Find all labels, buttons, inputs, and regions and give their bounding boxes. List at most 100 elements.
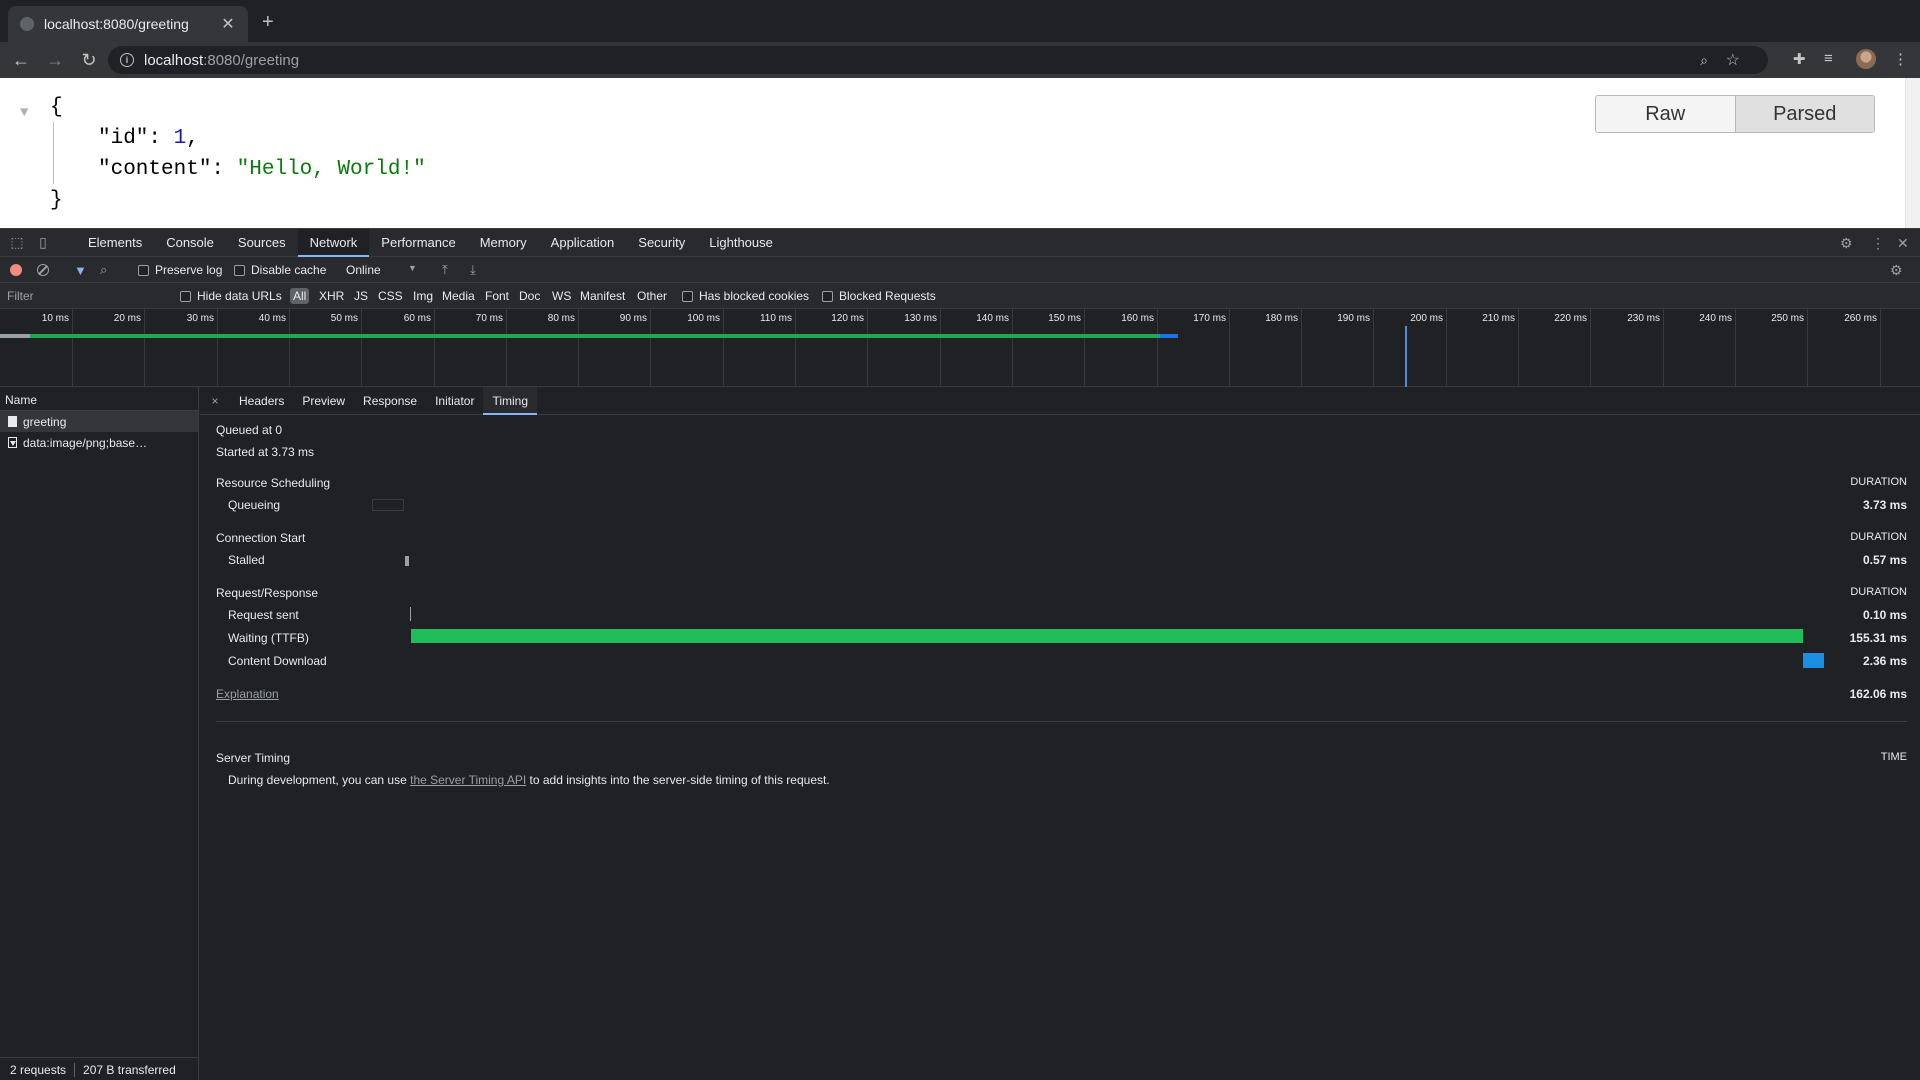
has-blocked-cookies-box[interactable] (682, 290, 693, 302)
close-detail-icon[interactable]: × (200, 394, 230, 408)
device-toolbar-icon[interactable]: ▯ (30, 234, 56, 251)
section-request-response: Request/Response (216, 586, 319, 600)
preserve-log-checkbox[interactable]: Preserve log (138, 263, 222, 277)
overview-gridline (650, 309, 651, 387)
preserve-log-box[interactable] (138, 264, 149, 276)
address-bar[interactable]: i localhost :8080/greeting ⌕ ☆ (108, 46, 1768, 74)
profile-avatar[interactable] (1856, 49, 1876, 69)
overview-tick-label: 200 ms (1410, 313, 1443, 324)
new-tab-icon[interactable]: + (262, 12, 274, 32)
network-settings-gear-icon[interactable]: ⚙ (1890, 262, 1903, 279)
hide-data-urls-checkbox[interactable]: Hide data URLs (180, 289, 282, 303)
request-row-image[interactable]: data:image/png;base… (0, 432, 198, 453)
network-overview[interactable]: 10 ms 20 ms 30 ms 40 ms 50 ms 60 ms 70 ms 80 ms… (0, 309, 1920, 387)
blocked-requests-box[interactable] (822, 290, 833, 302)
has-blocked-cookies-checkbox[interactable]: Has blocked cookies (682, 289, 809, 303)
devtools-tab-elements[interactable]: Elements (76, 229, 154, 257)
devtools-tab-performance[interactable]: Performance (369, 229, 467, 257)
export-har-icon[interactable]: ⤓ (470, 262, 476, 278)
overview-tick-label: 150 ms (1048, 313, 1081, 324)
type-filter-ws[interactable]: WS (552, 289, 571, 303)
inspect-element-icon[interactable]: ⬚ (4, 234, 30, 251)
overview-tick-label: 10 ms (41, 313, 69, 324)
devtools-tab-lighthouse[interactable]: Lighthouse (697, 229, 785, 257)
page-scrollbar[interactable] (1905, 78, 1920, 228)
devtools-tab-network[interactable]: Network (297, 228, 370, 257)
server-timing-api-link[interactable]: the Server Timing API (410, 773, 526, 787)
request-row-greeting[interactable]: greeting (0, 411, 198, 432)
reload-icon[interactable]: ↻ (76, 47, 102, 73)
devtools-menu-icon[interactable]: ⋮ (1871, 235, 1885, 252)
media-queue-icon[interactable]: ≡ (1824, 50, 1833, 67)
json-key-id: "id" (98, 127, 149, 150)
overview-gridline (1157, 309, 1158, 387)
close-tab-icon[interactable]: ✕ (220, 14, 236, 34)
back-icon[interactable]: ← (8, 47, 34, 73)
parsed-button[interactable]: Parsed (1735, 96, 1874, 132)
server-timing-text-after: to add insights into the server-side tim… (526, 773, 830, 787)
blocked-requests-checkbox[interactable]: Blocked Requests (822, 289, 936, 303)
tab-initiator[interactable]: Initiator (426, 387, 483, 415)
overview-gridline (1663, 309, 1664, 387)
type-filter-css[interactable]: CSS (378, 289, 403, 303)
zoom-icon[interactable]: ⌕ (1700, 52, 1708, 69)
overview-gridline (434, 309, 435, 387)
browser-tab[interactable]: localhost:8080/greeting ✕ (8, 6, 248, 42)
type-filter-font[interactable]: Font (485, 289, 509, 303)
overview-gridline (1735, 309, 1736, 387)
overview-tick-label: 30 ms (186, 313, 214, 324)
overview-tick-label: 60 ms (403, 313, 431, 324)
bookmark-star-icon[interactable]: ☆ (1726, 50, 1740, 70)
divider (216, 721, 1907, 722)
record-icon[interactable] (10, 264, 22, 276)
throttling-select[interactable]: Online ▼ (346, 263, 417, 277)
image-icon (8, 437, 17, 448)
extensions-icon[interactable]: ✚ (1793, 50, 1806, 68)
name-column-header[interactable]: Name (0, 387, 198, 411)
type-filter-js[interactable]: JS (354, 289, 368, 303)
filter-funnel-icon[interactable]: ▼ (74, 263, 87, 278)
type-filter-all[interactable]: All (290, 288, 310, 304)
waiting-duration: 155.31 ms (1849, 631, 1907, 645)
type-filter-doc[interactable]: Doc (519, 289, 540, 303)
type-filter-img[interactable]: Img (413, 289, 433, 303)
content-download-bar (1803, 653, 1824, 668)
devtools-tab-security[interactable]: Security (626, 229, 697, 257)
overview-tick-label: 170 ms (1193, 313, 1226, 324)
disable-cache-checkbox[interactable]: Disable cache (234, 263, 326, 277)
clear-icon[interactable] (37, 264, 49, 276)
overview-queue-bar (0, 334, 30, 338)
devtools-tabbar: ⬚ ▯ Elements Console Sources Network Perform… (0, 228, 1920, 257)
explanation-link[interactable]: Explanation (216, 687, 279, 701)
collapse-triangle-icon[interactable]: ▼ (20, 98, 28, 129)
site-info-icon[interactable]: i (120, 53, 134, 67)
type-filter-media[interactable]: Media (442, 289, 475, 303)
tab-headers[interactable]: Headers (230, 387, 293, 415)
menu-kebab-icon[interactable]: ⋮ (1893, 50, 1908, 68)
settings-gear-icon[interactable]: ⚙ (1840, 235, 1853, 252)
type-filter-xhr[interactable]: XHR (319, 289, 344, 303)
tab-preview[interactable]: Preview (293, 387, 354, 415)
devtools-tab-console[interactable]: Console (154, 229, 226, 257)
search-icon[interactable]: ⌕ (100, 262, 107, 278)
disable-cache-box[interactable] (234, 264, 245, 276)
has-blocked-cookies-label: Has blocked cookies (699, 289, 810, 303)
import-har-icon[interactable]: ⤒ (442, 262, 448, 278)
forward-icon[interactable]: → (42, 47, 68, 73)
raw-button[interactable]: Raw (1596, 96, 1736, 132)
devtools-tab-memory[interactable]: Memory (468, 229, 539, 257)
devtools-tab-application[interactable]: Application (539, 229, 627, 257)
tab-timing[interactable]: Timing (483, 386, 538, 415)
type-filter-other[interactable]: Other (637, 289, 667, 303)
type-filter-manifest[interactable]: Manifest (580, 289, 625, 303)
browser-toolbar: ← → ↻ i localhost :8080/greeting ⌕ ☆ (0, 42, 1920, 78)
tab-response[interactable]: Response (354, 387, 426, 415)
hide-data-urls-box[interactable] (180, 290, 191, 302)
filter-input[interactable]: Filter (7, 289, 34, 303)
devtools-tab-sources[interactable]: Sources (226, 229, 298, 257)
queueing-label: Queueing (228, 498, 281, 512)
close-devtools-icon[interactable]: ✕ (1897, 235, 1909, 252)
json-indent-guide (53, 122, 54, 184)
document-icon (8, 416, 17, 427)
request-name: data:image/png;base… (23, 435, 148, 450)
